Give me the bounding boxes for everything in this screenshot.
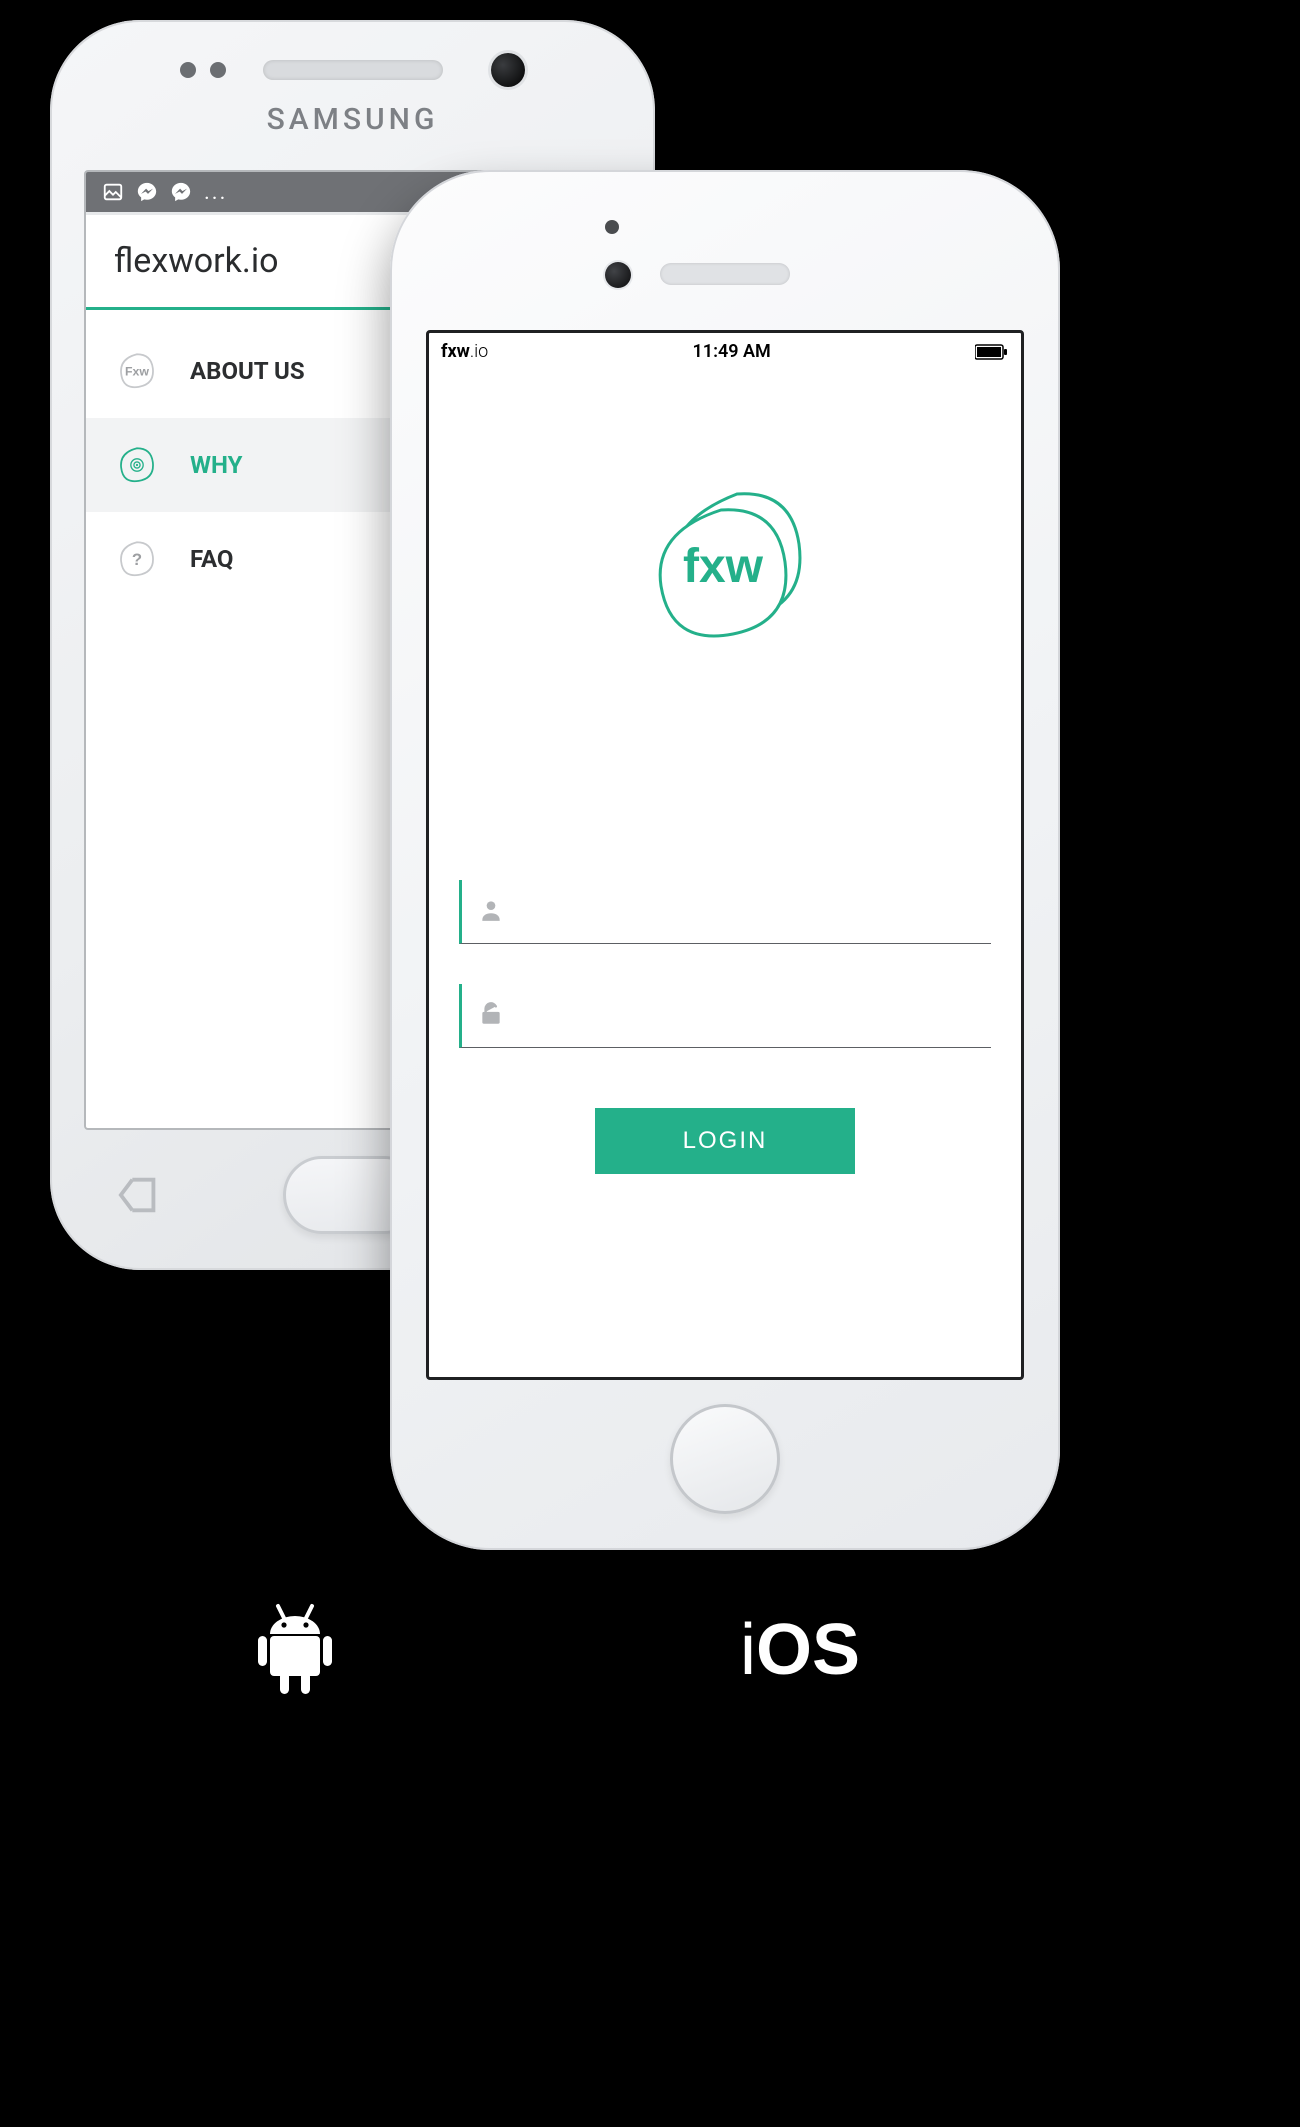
- iphone-home-button[interactable]: [670, 1404, 780, 1514]
- question-icon: ?: [114, 536, 160, 582]
- android-front-camera: [491, 53, 525, 87]
- menu-item-label: FAQ: [190, 545, 233, 573]
- logo-text: fxw: [683, 540, 764, 593]
- platform-labels: iiOSOS: [50, 1590, 1060, 1710]
- app-logo: fxw: [429, 470, 1021, 670]
- front-camera: [605, 262, 631, 288]
- password-field-wrap: [459, 984, 991, 1048]
- sensor-dot: [180, 62, 196, 78]
- back-button[interactable]: [110, 1165, 170, 1225]
- target-icon: [114, 442, 160, 488]
- android-speaker: [263, 60, 443, 80]
- image-icon: [102, 181, 124, 203]
- android-top-area: SAMSUNG: [50, 20, 655, 170]
- lock-open-icon: [478, 1001, 506, 1031]
- password-input[interactable]: [506, 1004, 991, 1027]
- menu-item-label: ABOUT US: [190, 357, 305, 385]
- battery-icon: [975, 344, 1009, 360]
- carrier-label: fxw.io: [441, 341, 488, 362]
- android-brand-label: SAMSUNG: [267, 102, 439, 137]
- messenger-icon: [136, 181, 158, 203]
- ellipsis-icon: ...: [204, 180, 227, 205]
- fxw-icon: Fxw: [114, 348, 160, 394]
- proximity-sensor: [605, 220, 619, 234]
- username-field-wrap: [459, 880, 991, 944]
- iphone-speaker: [660, 263, 790, 285]
- user-icon: [478, 897, 506, 927]
- sensor-dot: [210, 62, 226, 78]
- login-button[interactable]: LOGIN: [595, 1108, 855, 1174]
- iphone-top-area: [390, 170, 1060, 330]
- iphone-screen: fxw.io 11:49 AM fxw: [426, 330, 1024, 1380]
- svg-text:?: ?: [132, 550, 142, 569]
- username-input[interactable]: [506, 900, 991, 923]
- carrier-light: .io: [470, 341, 488, 362]
- android-logo-icon: [250, 1600, 340, 1700]
- iphone-frame: fxw.io 11:49 AM fxw: [390, 170, 1060, 1550]
- clock: 11:49 AM: [693, 341, 771, 362]
- carrier-strong: fxw: [441, 341, 470, 362]
- login-form: [429, 880, 1021, 1048]
- messenger-icon: [170, 181, 192, 203]
- svg-text:Fxw: Fxw: [125, 364, 149, 378]
- ios-status-bar: fxw.io 11:49 AM: [429, 333, 1021, 370]
- menu-item-label: WHY: [190, 451, 242, 479]
- android-sensors: [180, 62, 226, 78]
- ios-label: iiOSOS: [740, 1609, 860, 1691]
